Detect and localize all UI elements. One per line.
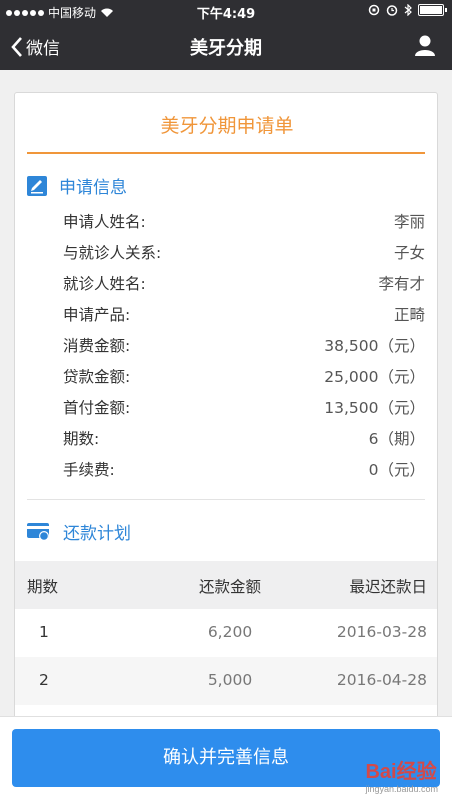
column-header: 还款金额 bbox=[198, 578, 261, 596]
alarm-icon bbox=[386, 5, 398, 16]
user-icon bbox=[415, 35, 435, 56]
info-value: 0（元） bbox=[368, 461, 425, 479]
info-value: 38,500（元） bbox=[324, 337, 425, 355]
column-header: 期数 bbox=[27, 578, 59, 596]
nav-bar: 微信 美牙分期 bbox=[0, 22, 452, 70]
cell-amount: 5,000 bbox=[207, 671, 253, 689]
edit-icon bbox=[27, 175, 47, 196]
section-heading: 申请信息 bbox=[59, 178, 127, 198]
info-value: 6（期） bbox=[368, 430, 425, 448]
info-row: 消费金额: 38,500（元） bbox=[63, 331, 425, 359]
info-label: 首付金额: bbox=[63, 399, 131, 417]
application-card: 美牙分期申请单 申请信息 申请人姓名: 李丽 与就诊人关系: 子女 就诊人姓名: 李有… bbox=[14, 92, 438, 732]
cell-due-date: 2016-03-28 bbox=[336, 623, 427, 641]
info-value: 李有才 bbox=[378, 275, 425, 293]
card-payment-icon bbox=[27, 522, 49, 541]
cell-period: 1 bbox=[39, 623, 49, 641]
bluetooth-icon bbox=[404, 4, 412, 16]
top-bar: 中国移动 下午4:49 微信 美牙分期 bbox=[0, 0, 452, 70]
form-title: 美牙分期申请单 bbox=[160, 115, 294, 137]
info-row: 贷款金额: 25,000（元） bbox=[63, 362, 425, 390]
info-label: 贷款金额: bbox=[63, 368, 131, 386]
info-label: 申请人姓名: bbox=[63, 213, 146, 231]
section-repayment-plan: 还款计划 bbox=[27, 519, 131, 544]
user-profile-button[interactable] bbox=[414, 34, 436, 60]
info-value: 25,000（元） bbox=[324, 368, 425, 386]
info-row: 手续费: 0（元） bbox=[63, 455, 425, 483]
info-row: 申请产品: 正畸 bbox=[63, 300, 425, 328]
watermark: Bai经验 jingyan.baidu.com bbox=[365, 755, 438, 794]
info-label: 期数: bbox=[63, 430, 100, 448]
column-header: 最迟还款日 bbox=[349, 578, 427, 596]
table-row: 1 6,200 2016-03-28 bbox=[15, 609, 437, 657]
cell-due-date: 2016-04-28 bbox=[336, 671, 427, 689]
info-value: 子女 bbox=[393, 244, 425, 262]
battery-icon bbox=[418, 4, 447, 16]
title-underline bbox=[27, 152, 425, 154]
watermark-url: jingyan.baidu.com bbox=[365, 784, 438, 794]
watermark-brand: Bai经验 bbox=[365, 761, 437, 783]
info-label: 手续费: bbox=[63, 461, 115, 479]
info-value: 13,500（元） bbox=[324, 399, 425, 417]
section-divider bbox=[27, 499, 425, 500]
info-row: 与就诊人关系: 子女 bbox=[63, 238, 425, 266]
info-label: 就诊人姓名: bbox=[63, 275, 146, 293]
table-header: 期数 还款金额 最迟还款日 bbox=[15, 561, 437, 609]
repayment-table: 期数 还款金额 最迟还款日 1 6,200 2016-03-28 2 5,000… bbox=[15, 561, 437, 705]
info-row: 申请人姓名: 李丽 bbox=[63, 207, 425, 235]
status-bar: 中国移动 下午4:49 bbox=[0, 0, 452, 22]
info-label: 消费金额: bbox=[63, 337, 131, 355]
table-row: 2 5,000 2016-04-28 bbox=[15, 657, 437, 705]
info-label: 与就诊人关系: bbox=[63, 244, 162, 262]
info-value: 李丽 bbox=[393, 213, 425, 231]
info-row: 就诊人姓名: 李有才 bbox=[63, 269, 425, 297]
cell-period: 2 bbox=[39, 671, 49, 689]
cell-amount: 6,200 bbox=[207, 623, 253, 641]
bottom-bar: 确认并完善信息 Bai经验 jingyan.baidu.com bbox=[0, 716, 452, 802]
info-value: 正畸 bbox=[393, 306, 425, 324]
info-row: 首付金额: 13,500（元） bbox=[63, 393, 425, 421]
page-title: 美牙分期 bbox=[190, 38, 262, 59]
section-apply-info: 申请信息 bbox=[27, 173, 127, 198]
info-label: 申请产品: bbox=[63, 306, 131, 324]
info-row: 期数: 6（期） bbox=[63, 424, 425, 452]
section-heading: 还款计划 bbox=[63, 524, 131, 544]
orientation-lock-icon bbox=[368, 4, 380, 16]
